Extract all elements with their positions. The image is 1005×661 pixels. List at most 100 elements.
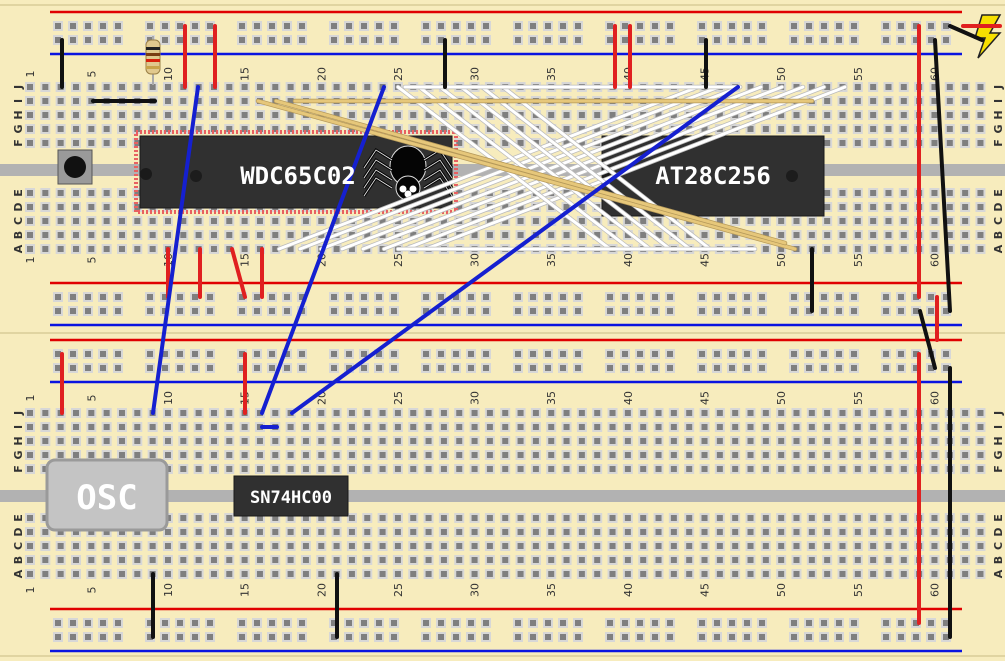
hole: [394, 112, 401, 118]
rail-hole: [331, 23, 337, 29]
hole: [302, 571, 309, 577]
hole: [42, 126, 49, 132]
hole: [502, 529, 509, 535]
hole: [272, 438, 279, 444]
hole: [962, 424, 969, 430]
hole: [134, 112, 141, 118]
hole: [103, 112, 110, 118]
rail-hole: [530, 23, 536, 29]
hole: [762, 126, 769, 132]
hole: [870, 218, 877, 224]
hole: [180, 557, 187, 563]
row-letter: G: [992, 124, 1005, 133]
rail-hole: [85, 620, 91, 626]
hole: [839, 557, 846, 563]
hole: [962, 571, 969, 577]
hole: [870, 126, 877, 132]
hole: [762, 84, 769, 90]
hole: [563, 438, 570, 444]
rail-hole: [239, 620, 245, 626]
hole: [732, 557, 739, 563]
rail-hole: [423, 365, 429, 371]
hole: [134, 232, 141, 238]
hole: [302, 466, 309, 472]
rail-hole: [147, 351, 153, 357]
hole: [824, 452, 831, 458]
hole: [456, 515, 463, 521]
rail-hole: [438, 308, 444, 314]
hole: [640, 424, 647, 430]
hole: [824, 190, 831, 196]
row-letter: F: [12, 139, 25, 147]
column-number: 25: [392, 67, 405, 81]
hole: [456, 410, 463, 416]
hole: [72, 571, 79, 577]
rom-pin1-dot: [786, 170, 798, 182]
hole: [900, 190, 907, 196]
hole: [195, 232, 202, 238]
hole: [180, 438, 187, 444]
hole: [655, 543, 662, 549]
hole: [456, 438, 463, 444]
rail-hole: [545, 620, 551, 626]
hole: [517, 452, 524, 458]
hole: [486, 529, 493, 535]
hole: [318, 452, 325, 458]
rail-hole: [299, 351, 305, 357]
rail-hole: [898, 351, 904, 357]
hole: [42, 112, 49, 118]
resistor-band: [146, 53, 160, 56]
column-number: 20: [315, 583, 328, 597]
hole: [164, 557, 171, 563]
hole: [210, 232, 217, 238]
rail-hole: [560, 365, 566, 371]
hole: [42, 571, 49, 577]
rail-hole: [836, 620, 842, 626]
rail-hole: [85, 23, 91, 29]
hole: [747, 126, 754, 132]
column-number: 60: [928, 253, 941, 267]
hole: [977, 140, 984, 146]
column-number: 30: [469, 253, 482, 267]
rail-hole: [943, 351, 949, 357]
hole: [931, 218, 938, 224]
row-letter: F: [992, 465, 1005, 473]
column-number: 55: [852, 391, 865, 405]
rail-hole: [699, 294, 705, 300]
hole: [885, 190, 892, 196]
rail-hole: [898, 620, 904, 626]
hole: [747, 218, 754, 224]
hole: [425, 529, 432, 535]
hole: [440, 466, 447, 472]
rail-hole: [667, 294, 673, 300]
hole: [333, 452, 340, 458]
rail-hole: [545, 308, 551, 314]
hole: [180, 466, 187, 472]
rail-hole: [361, 351, 367, 357]
hole: [701, 452, 708, 458]
hole: [962, 543, 969, 549]
hole: [977, 410, 984, 416]
rail-hole: [115, 37, 121, 43]
hole: [287, 438, 294, 444]
hole: [563, 571, 570, 577]
hole: [839, 246, 846, 252]
hole: [931, 466, 938, 472]
hole: [655, 571, 662, 577]
hole: [563, 424, 570, 430]
rail-hole: [821, 308, 827, 314]
rail-hole: [729, 351, 735, 357]
hole: [839, 452, 846, 458]
hole: [302, 529, 309, 535]
rail-hole: [391, 634, 397, 640]
rail-hole: [115, 634, 121, 640]
hole: [716, 571, 723, 577]
hole: [210, 438, 217, 444]
hole: [42, 438, 49, 444]
hole: [149, 557, 156, 563]
hole: [256, 571, 263, 577]
hole: [624, 557, 631, 563]
rail-hole: [115, 620, 121, 626]
hole: [931, 515, 938, 521]
hole: [180, 515, 187, 521]
